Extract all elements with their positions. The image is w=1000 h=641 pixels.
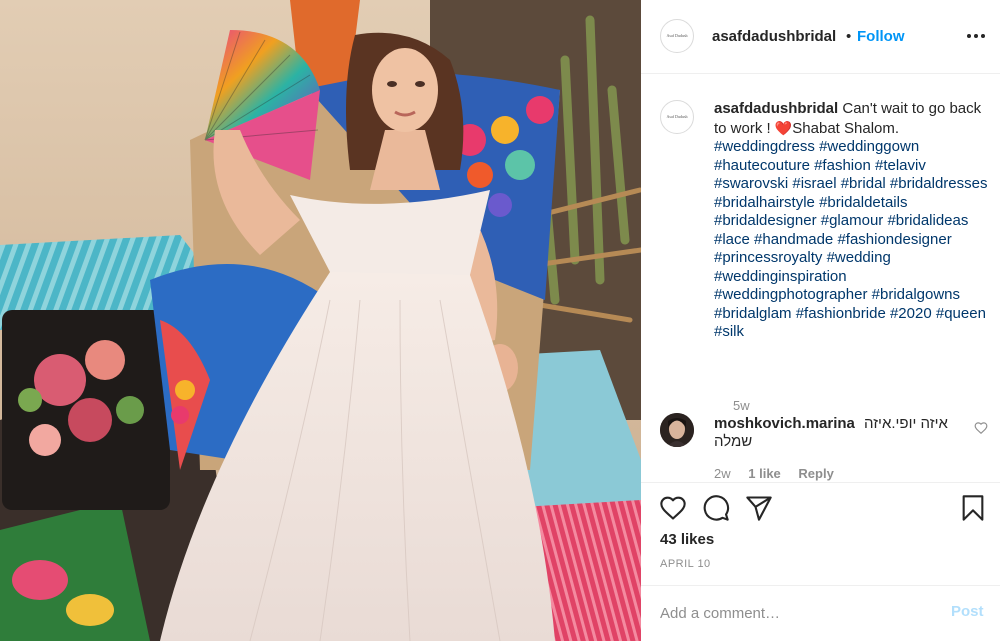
post-date[interactable]: APRIL 10	[660, 558, 711, 570]
more-dot	[974, 34, 978, 38]
hashtag-link[interactable]: #hautecouture	[714, 157, 810, 174]
brand-avatar-logo-text: Asaf Dudush	[666, 32, 688, 38]
comment-text-line2: שמלה	[714, 433, 753, 450]
caption-username[interactable]: asafdadushbridal	[714, 100, 838, 117]
brand-avatar[interactable]: Asaf Dudush	[660, 19, 694, 53]
header-username[interactable]: asafdadushbridal	[712, 28, 836, 45]
hashtag-link[interactable]: #weddingdress	[714, 138, 815, 155]
hashtag-link[interactable]: #bridal	[841, 175, 886, 192]
hashtag-link[interactable]: #bridalideas	[887, 212, 968, 229]
hashtag-link[interactable]: #weddinginspiration	[714, 268, 847, 285]
hashtag-link[interactable]: #2020	[890, 305, 932, 322]
hashtag-link[interactable]: #wedding	[827, 249, 891, 266]
comment-like-heart-icon[interactable]	[974, 421, 988, 435]
hashtag-link[interactable]: #queen	[936, 305, 986, 322]
comment-input[interactable]	[660, 600, 940, 626]
hashtag-list: #weddingdress #weddinggown #hautecouture…	[714, 138, 987, 340]
comment-text-line1: איזה יופי.איזה	[864, 415, 948, 432]
caption-timestamp[interactable]: 5w	[733, 398, 750, 413]
bride-photo-illustration	[0, 0, 641, 641]
like-heart-icon[interactable]	[659, 494, 687, 522]
hashtag-link[interactable]: #fashion	[814, 157, 871, 174]
hashtag-link[interactable]: #israel	[792, 175, 836, 192]
likes-count[interactable]: 43 likes	[660, 531, 714, 548]
hashtag-link[interactable]: #fashionbride	[796, 305, 886, 322]
follow-button[interactable]: Follow	[857, 28, 905, 45]
share-icon[interactable]	[745, 494, 773, 522]
post-button[interactable]: Post	[951, 603, 984, 620]
caption-avatar[interactable]: Asaf Dudush	[660, 100, 694, 134]
hashtag-link[interactable]: #bridalhairstyle	[714, 194, 815, 211]
hashtag-link[interactable]: #telaviv	[875, 157, 926, 174]
header-separator: •	[846, 28, 852, 45]
post-photo[interactable]	[0, 0, 641, 641]
more-dot	[981, 34, 985, 38]
add-comment-bar: Post	[641, 585, 1000, 641]
hashtag-link[interactable]: #bridaldesigner	[714, 212, 817, 229]
caption-avatar-logo-text: Asaf Dudush	[666, 113, 688, 119]
more-options-icon[interactable]	[965, 26, 987, 46]
bookmark-icon[interactable]	[959, 494, 987, 522]
hashtag-link[interactable]: #bridaldetails	[819, 194, 907, 211]
hashtag-link[interactable]: #handmade	[754, 231, 833, 248]
hashtag-link[interactable]: #silk	[714, 323, 744, 340]
heart-emoji: ❤️	[774, 119, 793, 136]
post-header: Asaf Dudush asafdadushbridal • Follow	[641, 0, 1000, 74]
comment-icon[interactable]	[702, 494, 730, 522]
more-dot	[967, 34, 971, 38]
comment-meta: 2w 1 like Reply	[714, 466, 848, 481]
comment-item: moshkovich.marina איזה יופי.איזה שמלה 2w…	[660, 413, 995, 482]
reply-button[interactable]: Reply	[798, 466, 833, 481]
hashtag-link[interactable]: #weddinggown	[819, 138, 919, 155]
post-side-panel: Asaf Dudush asafdadushbridal • Follow As…	[641, 0, 1000, 641]
hashtag-link[interactable]: #glamour	[821, 212, 884, 229]
hashtag-link[interactable]: #swarovski	[714, 175, 788, 192]
hashtag-link[interactable]: #bridalglam	[714, 305, 792, 322]
commenter-username[interactable]: moshkovich.marina	[714, 415, 855, 432]
hashtag-link[interactable]: #weddingphotographer	[714, 286, 867, 303]
comment-likes[interactable]: 1 like	[748, 466, 781, 481]
commenter-avatar-image	[660, 413, 694, 447]
hashtag-link[interactable]: #bridalgowns	[872, 286, 960, 303]
hashtag-link[interactable]: #lace	[714, 231, 750, 248]
post-actions: 43 likes APRIL 10	[641, 482, 1000, 585]
caption-text: asafdadushbridal Can't wait to go back t…	[714, 100, 994, 342]
hashtag-link[interactable]: #princessroyalty	[714, 249, 822, 266]
comments-list[interactable]: Asaf Dudush asafdadushbridal Can't wait …	[641, 75, 1000, 482]
caption-body-end: Shabat Shalom.	[792, 119, 900, 137]
commenter-avatar[interactable]	[660, 413, 694, 447]
hashtag-link[interactable]: #fashiondesigner	[837, 231, 951, 248]
comment-timestamp[interactable]: 2w	[714, 466, 731, 481]
hashtag-link[interactable]: #bridaldresses	[890, 175, 988, 192]
